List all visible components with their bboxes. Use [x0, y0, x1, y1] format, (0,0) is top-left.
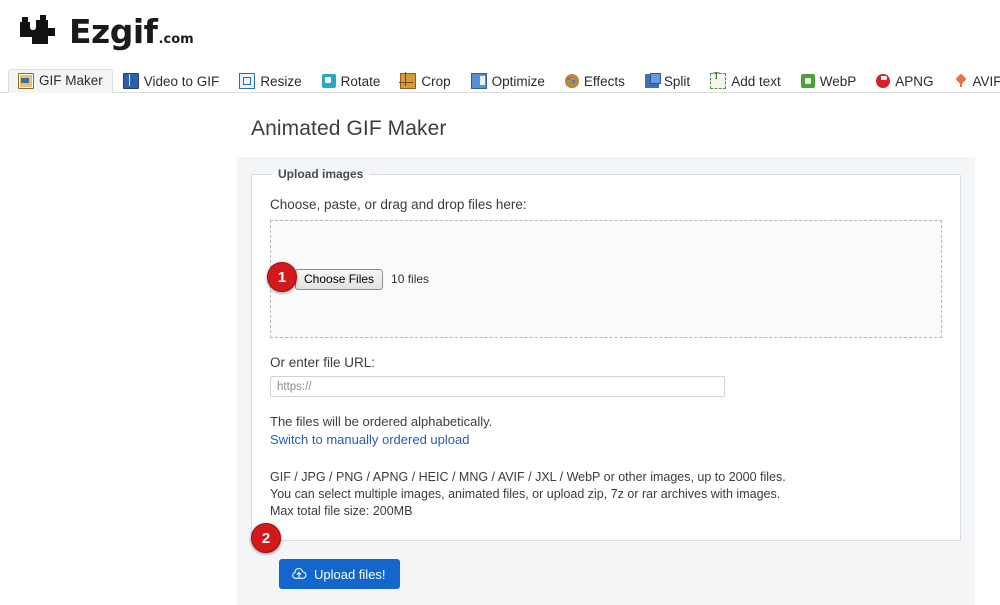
logo-name: Ezgif	[69, 11, 158, 51]
logo-suffix: .com	[158, 31, 194, 47]
ordering-note: The files will be ordered alphabetically…	[270, 414, 493, 429]
effects-icon	[564, 74, 579, 88]
upload-images-legend: Upload images	[278, 167, 364, 181]
selected-file-count: 10 files	[391, 272, 430, 286]
tab-optimize[interactable]: Optimize	[461, 69, 555, 93]
tab-webp[interactable]: WebP	[791, 69, 867, 93]
add-text-icon	[710, 71, 727, 89]
tab-label: Split	[663, 73, 691, 89]
tab-label: Optimize	[491, 73, 545, 89]
tab-label: Add text	[731, 73, 781, 89]
file-input-row[interactable]: Choose Files 10 files	[295, 268, 430, 290]
tab-label: Effects	[583, 73, 625, 89]
gif-maker-icon	[18, 72, 34, 89]
cloud-upload-icon	[292, 567, 307, 579]
ezgif-logo-icon	[20, 15, 55, 44]
tab-effects[interactable]: Effects	[555, 69, 635, 93]
avif-icon	[954, 74, 968, 88]
upload-files-button[interactable]: Upload files!	[279, 559, 400, 589]
file-url-input[interactable]	[270, 376, 725, 397]
main-nav-tabs[interactable]: GIF Maker Video to GIF Resize Rotate Cro…	[0, 62, 1000, 93]
upload-action-row: Upload files!	[251, 559, 961, 589]
logo[interactable]: Ezgif .com	[18, 14, 194, 48]
site-header: Ezgif .com	[0, 0, 1000, 62]
tab-label: APNG	[895, 73, 934, 89]
rotate-icon	[321, 74, 336, 88]
formats-line-2: You can select multiple images, animated…	[270, 487, 781, 501]
choose-files-button[interactable]: Choose Files	[295, 268, 384, 290]
formats-line-3: Max total file size: 200MB	[270, 504, 413, 518]
choose-files-label: Choose, paste, or drag and drop files he…	[270, 197, 527, 212]
tab-crop[interactable]: Crop	[390, 69, 460, 93]
video-icon	[122, 73, 139, 89]
webp-icon	[800, 74, 815, 88]
tab-split[interactable]: Split	[635, 69, 700, 93]
split-icon	[644, 73, 661, 88]
tab-video-to-gif[interactable]: Video to GIF	[113, 69, 230, 93]
supported-formats-note: GIF / JPG / PNG / APNG / HEIC / MNG / AV…	[270, 469, 942, 520]
formats-line-1: GIF / JPG / PNG / APNG / HEIC / MNG / AV…	[270, 470, 786, 484]
tab-resize[interactable]: Resize	[229, 69, 311, 93]
optimize-icon	[470, 73, 487, 89]
logo-text: Ezgif .com	[69, 15, 194, 48]
tab-label: GIF Maker	[39, 73, 103, 88]
tab-label: Rotate	[340, 73, 381, 89]
tab-label: Video to GIF	[143, 73, 220, 89]
step-badge-1: 1	[267, 262, 297, 292]
tab-avif[interactable]: AVIF	[944, 69, 1000, 93]
resize-icon	[239, 73, 256, 89]
tab-rotate[interactable]: Rotate	[312, 69, 391, 93]
file-dropzone[interactable]: Choose Files 10 files	[270, 220, 942, 338]
switch-to-manual-upload-link[interactable]: Switch to manually ordered upload	[270, 432, 469, 447]
crop-icon	[399, 72, 417, 89]
content-column: Animated GIF Maker Upload images Choose,…	[237, 93, 975, 605]
file-url-label: Or enter file URL:	[270, 355, 376, 370]
upload-files-button-label: Upload files!	[314, 566, 386, 582]
page-title: Animated GIF Maker	[251, 117, 447, 140]
tab-label: WebP	[819, 73, 857, 89]
main-area: Animated GIF Maker Upload images Choose,…	[0, 93, 1000, 605]
upload-panel: Upload images Choose, paste, or drag and…	[237, 157, 975, 605]
tab-gif-maker[interactable]: GIF Maker	[8, 69, 113, 93]
tab-label: Resize	[260, 73, 302, 89]
tab-apng[interactable]: APNG	[866, 69, 943, 93]
tab-label: AVIF	[972, 73, 1000, 89]
upload-images-fieldset: Upload images Choose, paste, or drag and…	[251, 167, 961, 541]
tab-add-text[interactable]: Add text	[700, 69, 791, 93]
apng-icon	[876, 74, 891, 88]
tab-label: Crop	[421, 73, 451, 89]
step-badge-2: 2	[251, 523, 281, 553]
